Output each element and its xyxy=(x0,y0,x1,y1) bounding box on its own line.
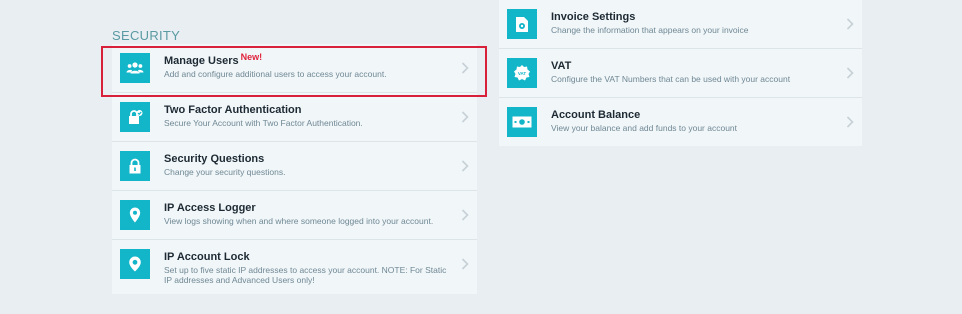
menu-item-title: Manage Users New! xyxy=(164,52,263,67)
padlock-icon xyxy=(120,151,150,181)
location-pin-icon xyxy=(120,200,150,230)
chevron-right-icon xyxy=(846,18,854,30)
vat-icon-text: VAT xyxy=(518,71,527,76)
users-icon xyxy=(120,53,150,83)
chevron-right-icon xyxy=(461,209,469,221)
menu-item-title: VAT xyxy=(551,60,572,72)
manage-users-label: Manage Users xyxy=(164,55,239,67)
menu-item-desc: Change your security questions. xyxy=(164,167,286,177)
menu-item-manage-users[interactable]: Manage Users New! Add and configure addit… xyxy=(112,44,477,93)
menu-item-two-factor[interactable]: Two Factor Authentication Secure Your Ac… xyxy=(112,93,477,142)
menu-item-desc: View logs showing when and where someone… xyxy=(164,216,434,226)
menu-item-invoice-settings[interactable]: Invoice Settings Change the information … xyxy=(499,0,862,49)
menu-item-desc: Secure Your Account with Two Factor Auth… xyxy=(164,118,363,128)
chevron-right-icon xyxy=(461,111,469,123)
menu-item-desc: View your balance and add funds to your … xyxy=(551,123,738,133)
location-pin-icon xyxy=(120,249,150,279)
menu-item-account-balance[interactable]: Account Balance View your balance and ad… xyxy=(499,98,862,146)
invoice-gear-icon xyxy=(507,9,537,39)
billing-panel: Invoice Settings Change the information … xyxy=(499,0,862,146)
menu-item-desc: Set up to five static IP addresses to ac… xyxy=(164,265,447,285)
chevron-right-icon xyxy=(461,258,469,270)
menu-item-ip-account-lock[interactable]: IP Account Lock Set up to five static IP… xyxy=(112,240,477,294)
menu-item-title: Invoice Settings xyxy=(551,11,636,23)
menu-item-title: IP Access Logger xyxy=(164,202,256,214)
chevron-right-icon xyxy=(846,116,854,128)
menu-item-title: IP Account Lock xyxy=(164,251,250,263)
banknote-icon xyxy=(507,107,537,137)
menu-item-title: Two Factor Authentication xyxy=(164,104,302,116)
menu-item-vat[interactable]: VAT VAT Configure the VAT Numbers that c… xyxy=(499,49,862,98)
menu-item-security-questions[interactable]: Security Questions Change your security … xyxy=(112,142,477,191)
lock-check-icon xyxy=(120,102,150,132)
security-panel: Manage Users New! Add and configure addit… xyxy=(112,44,477,294)
menu-item-desc: Change the information that appears on y… xyxy=(551,25,749,35)
menu-item-desc: Add and configure additional users to ac… xyxy=(164,69,387,79)
chevron-right-icon xyxy=(461,62,469,74)
section-title-security: SECURITY xyxy=(112,28,181,43)
vat-badge-icon: VAT xyxy=(507,58,537,88)
new-badge: New! xyxy=(240,52,263,62)
menu-item-desc: Configure the VAT Numbers that can be us… xyxy=(551,74,791,84)
menu-item-ip-access-logger[interactable]: IP Access Logger View logs showing when … xyxy=(112,191,477,240)
menu-item-title: Account Balance xyxy=(551,109,641,121)
chevron-right-icon xyxy=(461,160,469,172)
menu-item-title: Security Questions xyxy=(164,153,265,165)
chevron-right-icon xyxy=(846,67,854,79)
